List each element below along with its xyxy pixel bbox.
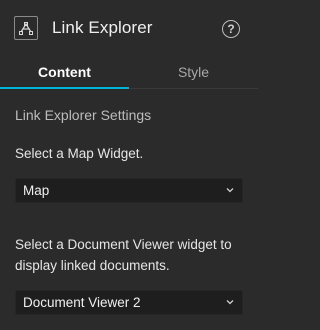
tab-content[interactable]: Content	[0, 58, 129, 89]
map-widget-select-value: Map	[23, 183, 50, 198]
tab-bar: Content Style	[0, 58, 258, 89]
document-viewer-label: Select a Document Viewer widget to displ…	[15, 237, 232, 273]
document-viewer-select-value: Document Viewer 2	[23, 295, 141, 310]
document-viewer-select[interactable]: Document Viewer 2	[15, 290, 243, 315]
link-explorer-icon-glyph	[19, 22, 33, 35]
link-explorer-icon	[14, 16, 38, 40]
chevron-down-icon	[226, 300, 234, 305]
widget-title: Link Explorer	[52, 18, 153, 37]
help-icon[interactable]: ?	[222, 20, 240, 38]
tab-style[interactable]: Style	[129, 58, 258, 88]
panel-header: Link Explorer ?	[0, 0, 258, 58]
map-widget-select[interactable]: Map	[15, 178, 243, 203]
map-widget-label: Select a Map Widget.	[15, 146, 144, 161]
settings-panel: Link Explorer ? Content Style Link Explo…	[0, 0, 258, 330]
section-title: Link Explorer Settings	[15, 107, 152, 123]
chevron-down-icon	[226, 188, 234, 193]
